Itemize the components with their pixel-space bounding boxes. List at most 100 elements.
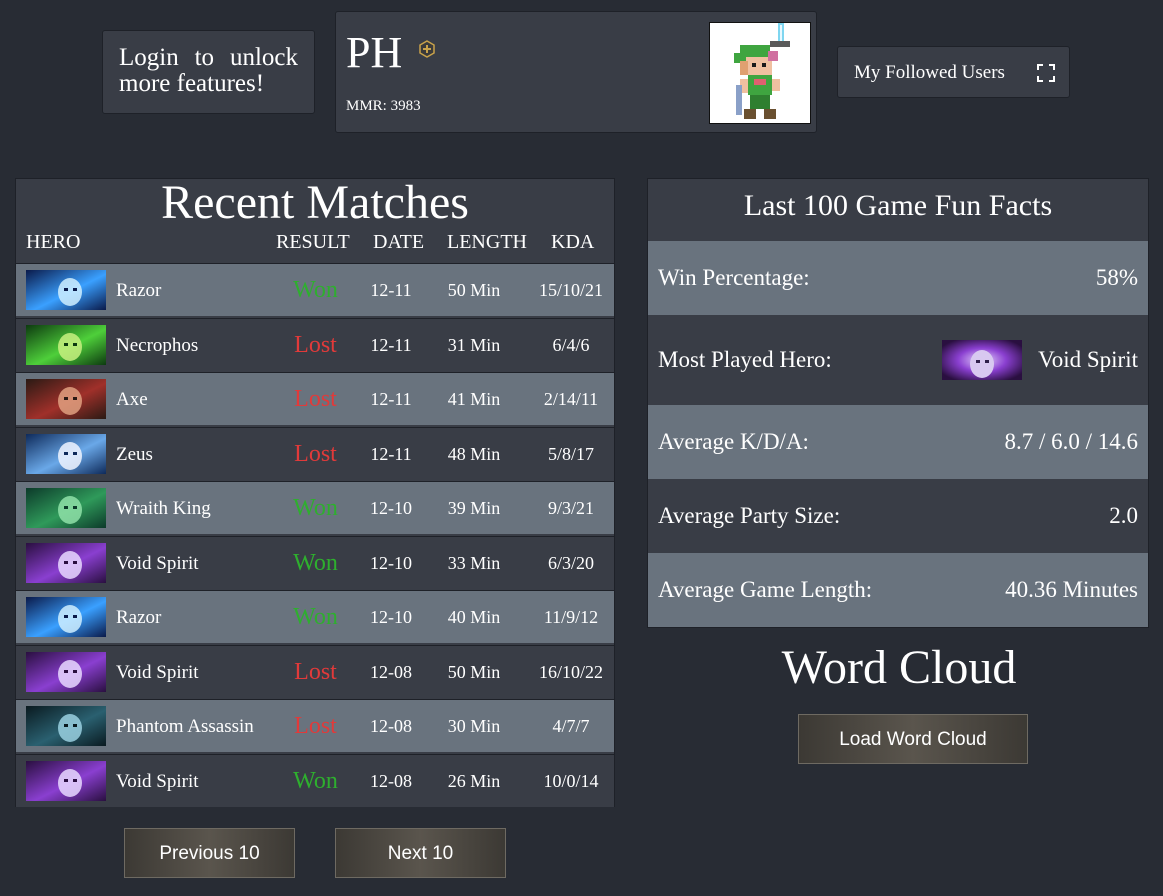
hero-column-header: HERO <box>26 231 81 253</box>
match-length: 50 Min <box>447 661 501 682</box>
plus-badge-icon <box>419 40 435 58</box>
match-row[interactable]: Zeus Lost 12-11 48 Min 5/8/17 <box>16 426 614 480</box>
match-row[interactable]: Razor Won 12-10 40 Min 11/9/12 <box>16 590 614 643</box>
match-result: Won <box>293 549 338 576</box>
match-result: Lost <box>294 440 337 467</box>
match-date: 12-10 <box>370 498 412 518</box>
match-result: Won <box>293 767 338 794</box>
void-spirit-hero-icon <box>26 542 106 583</box>
average-kda-row: Average K/D/A: 8.7 / 6.0 / 14.6 <box>648 405 1148 479</box>
razor-hero-icon <box>26 270 106 310</box>
recent-matches-panel: Recent Matches HERO RESULT DATE LENGTH K… <box>15 178 615 807</box>
match-kda: 15/10/21 <box>538 280 603 300</box>
load-word-cloud-button[interactable]: Load Word Cloud <box>798 714 1028 764</box>
hero-name: Void Spirit <box>116 661 199 683</box>
match-result: Won <box>293 277 338 303</box>
match-date: 12-11 <box>370 280 412 300</box>
recent-matches-title: Recent Matches <box>161 176 469 229</box>
match-date: 12-08 <box>370 716 412 736</box>
match-kda: 11/9/12 <box>543 607 599 627</box>
match-kda: 2/14/11 <box>543 389 599 409</box>
match-date: 12-08 <box>370 661 412 682</box>
average-kda-label: Average K/D/A: <box>658 429 809 454</box>
match-date: 12-10 <box>370 607 412 627</box>
most-played-hero-value: Void Spirit <box>1038 347 1138 372</box>
match-result: Lost <box>294 658 337 685</box>
hero-name: Razor <box>116 280 162 301</box>
avatar[interactable] <box>709 22 811 124</box>
match-kda: 6/3/20 <box>547 552 594 573</box>
login-prompt[interactable]: Login to unlock more features! <box>102 30 315 114</box>
match-date: 12-08 <box>370 770 412 791</box>
match-length: 30 Min <box>447 716 501 736</box>
match-date: 12-10 <box>370 552 412 573</box>
next-10-button[interactable]: Next 10 <box>335 828 506 878</box>
razor-hero-icon <box>26 597 106 637</box>
match-result: Won <box>293 495 338 521</box>
match-length: 48 Min <box>447 443 501 464</box>
match-result: Lost <box>294 331 337 358</box>
hero-name: Phantom Assassin <box>116 716 254 737</box>
followed-users-label: My Followed Users <box>854 62 1005 83</box>
match-row[interactable]: Void Spirit Lost 12-08 50 Min 16/10/22 <box>16 644 614 698</box>
match-result: Won <box>293 604 338 630</box>
win-percentage-value: 58% <box>1095 265 1138 290</box>
result-column-header: RESULT <box>276 231 350 253</box>
void-spirit-hero-icon <box>942 340 1022 380</box>
match-length: 40 Min <box>447 607 501 627</box>
word-cloud-title: Word Cloud <box>781 641 1017 694</box>
followed-users-button[interactable]: My Followed Users <box>837 46 1070 98</box>
win-percentage-row: Win Percentage: 58% <box>648 241 1148 315</box>
hero-name: Wraith King <box>116 498 211 519</box>
match-row[interactable]: Void Spirit Won 12-08 26 Min 10/0/14 <box>16 753 614 807</box>
expand-icon <box>1037 64 1055 82</box>
match-length: 31 Min <box>447 334 501 355</box>
match-length: 41 Min <box>447 389 501 409</box>
fun-facts-title: Last 100 Game Fun Facts <box>743 189 1053 222</box>
win-percentage-label: Win Percentage: <box>658 265 810 290</box>
wraith-king-hero-icon <box>26 488 106 528</box>
axe-hero-icon <box>26 379 106 419</box>
match-row[interactable]: Phantom Assassin Lost 12-08 30 Min 4/7/7 <box>16 699 614 752</box>
match-kda: 5/8/17 <box>547 443 594 464</box>
match-length: 50 Min <box>447 280 501 300</box>
date-column-header: DATE <box>373 231 425 253</box>
void-spirit-hero-icon <box>26 651 106 692</box>
average-kda-value: 8.7 / 6.0 / 14.6 <box>1004 429 1138 454</box>
average-game-length-row: Average Game Length: 40.36 Minutes <box>648 553 1148 627</box>
zeus-hero-icon <box>26 433 106 474</box>
match-row[interactable]: Axe Lost 12-11 41 Min 2/14/11 <box>16 372 614 425</box>
hero-name: Axe <box>116 389 148 410</box>
hero-name: Void Spirit <box>116 770 199 792</box>
match-date: 12-11 <box>370 443 412 464</box>
match-length: 39 Min <box>447 498 501 518</box>
previous-10-button[interactable]: Previous 10 <box>124 828 295 878</box>
match-row[interactable]: Wraith King Won 12-10 39 Min 9/3/21 <box>16 481 614 534</box>
match-date: 12-11 <box>370 334 412 355</box>
fun-facts-panel: Last 100 Game Fun Facts Win Percentage: … <box>647 178 1149 628</box>
kda-column-header: KDA <box>551 231 595 253</box>
profile-card: PH MMR: 3983 <box>335 11 817 133</box>
hero-name: Necrophos <box>116 334 199 356</box>
mmr-value: MMR: 3983 <box>346 98 421 114</box>
match-row[interactable]: Razor Won 12-11 50 Min 15/10/21 <box>16 263 614 316</box>
match-length: 33 Min <box>447 552 501 573</box>
average-game-length-value: 40.36 Minutes <box>1005 577 1138 602</box>
match-date: 12-11 <box>370 389 412 409</box>
match-result: Lost <box>294 713 337 739</box>
match-kda: 10/0/14 <box>543 770 599 791</box>
player-name: PH <box>346 28 403 77</box>
hero-name: Void Spirit <box>116 552 199 574</box>
most-played-hero-label: Most Played Hero: <box>658 347 832 372</box>
match-kda: 9/3/21 <box>547 498 594 518</box>
match-kda: 6/4/6 <box>552 334 590 355</box>
match-row[interactable]: Necrophos Lost 12-11 31 Min 6/4/6 <box>16 317 614 371</box>
average-game-length-label: Average Game Length: <box>658 577 873 602</box>
necrophos-hero-icon <box>26 324 106 365</box>
average-party-size-value: 2.0 <box>1109 503 1138 528</box>
average-party-size-label: Average Party Size: <box>658 503 841 528</box>
hero-name: Zeus <box>116 443 153 465</box>
hero-name: Razor <box>116 607 162 628</box>
match-row[interactable]: Void Spirit Won 12-10 33 Min 6/3/20 <box>16 535 614 589</box>
length-column-header: LENGTH <box>447 231 527 253</box>
